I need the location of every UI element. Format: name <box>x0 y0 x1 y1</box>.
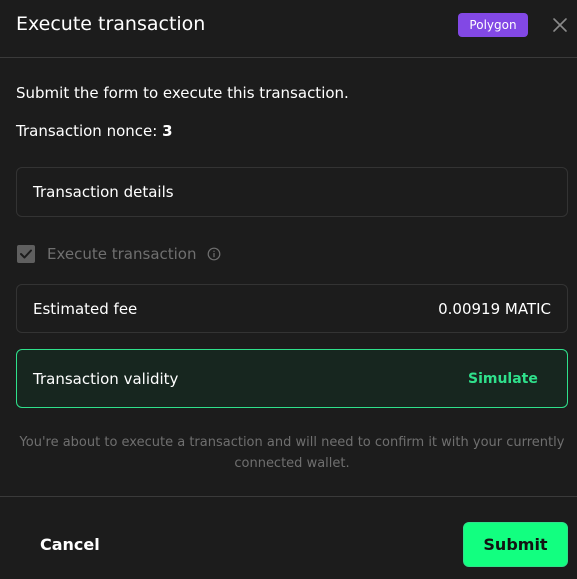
nonce-value: 3 <box>162 122 173 140</box>
execute-transaction-row: Execute transaction <box>17 244 221 264</box>
modal-footer: Cancel Submit <box>0 496 577 579</box>
estimated-fee-value: 0.00919 MATIC <box>438 299 551 318</box>
nonce-label: Transaction nonce: <box>16 122 158 140</box>
confirm-notice: You're about to execute a transaction an… <box>19 435 565 471</box>
modal-title: Execute transaction <box>16 13 206 35</box>
close-icon <box>552 17 568 33</box>
submit-button[interactable]: Submit <box>463 522 568 567</box>
execute-transaction-checkbox[interactable] <box>17 245 35 263</box>
estimated-fee-label: Estimated fee <box>33 299 138 318</box>
execute-transaction-modal: Execute transaction Polygon Submit the f… <box>0 0 577 579</box>
estimated-fee-box[interactable]: Estimated fee 0.00919 MATIC <box>16 284 568 333</box>
chain-badge: Polygon <box>458 13 528 37</box>
simulate-button[interactable]: Simulate <box>468 371 538 387</box>
transaction-validity-box: Transaction validity Simulate <box>16 349 568 408</box>
info-icon[interactable] <box>207 247 221 261</box>
transaction-details-accordion[interactable]: Transaction details <box>16 167 568 217</box>
cancel-button[interactable]: Cancel <box>40 535 100 554</box>
intro-text: Submit the form to execute this transact… <box>16 84 349 102</box>
transaction-nonce: Transaction nonce: 3 <box>16 122 173 140</box>
modal-header: Execute transaction Polygon <box>0 0 577 58</box>
close-button[interactable] <box>548 13 572 37</box>
execute-transaction-label: Execute transaction <box>47 245 197 263</box>
transaction-validity-label: Transaction validity <box>33 369 179 388</box>
transaction-details-label: Transaction details <box>33 183 174 201</box>
